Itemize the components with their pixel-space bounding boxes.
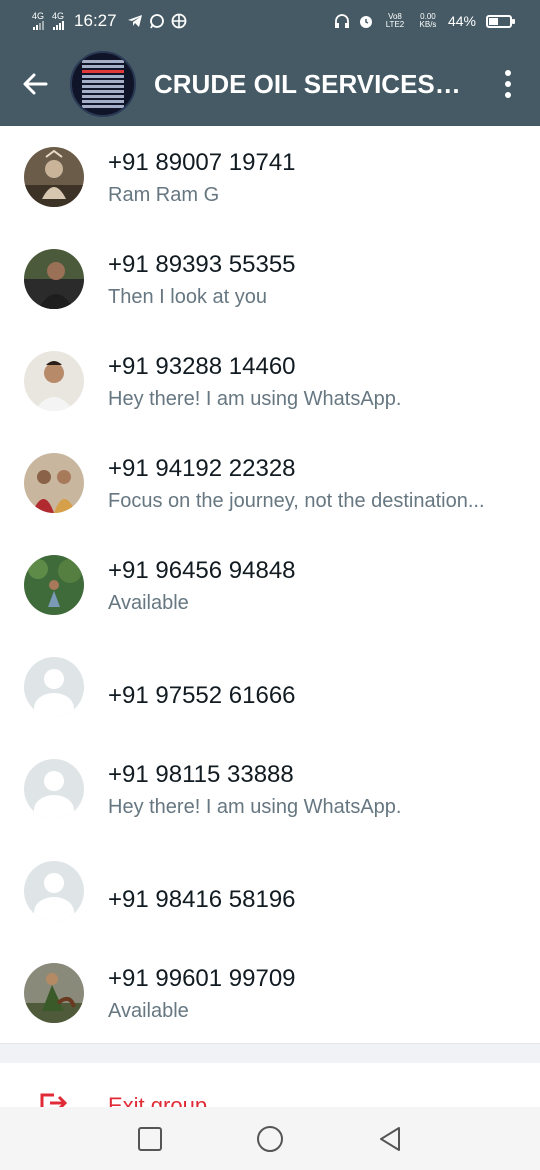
- avatar[interactable]: [24, 453, 84, 513]
- participant-about: Hey there! I am using WhatsApp.: [108, 796, 402, 818]
- participant-row[interactable]: +91 98115 33888 Hey there! I am using Wh…: [0, 738, 540, 840]
- signal-1-icon: 4G: [32, 12, 44, 30]
- square-icon: [138, 1126, 162, 1151]
- participant-about: Focus on the journey, not the destinatio…: [108, 490, 485, 512]
- system-nav-bar: [0, 1107, 540, 1170]
- avatar[interactable]: [24, 555, 84, 615]
- arrow-left-icon: [23, 73, 48, 95]
- avatar[interactable]: [24, 249, 84, 309]
- network-type-1: 4G: [32, 11, 45, 21]
- back-button[interactable]: [0, 42, 70, 126]
- more-options-button[interactable]: [476, 42, 540, 126]
- participant-phone: +91 93288 14460: [108, 353, 296, 380]
- participant-phone: +91 96456 94848: [108, 557, 296, 584]
- battery-level-fill: [489, 17, 498, 25]
- participant-phone: +91 89393 55355: [108, 251, 296, 278]
- participant-row[interactable]: +91 97552 61666: [0, 636, 540, 738]
- participant-row[interactable]: +91 94192 22328 Focus on the journey, no…: [0, 432, 540, 534]
- participant-phone: +91 98115 33888: [108, 761, 294, 788]
- participant-row[interactable]: +91 89393 55355 Then I look at you: [0, 228, 540, 330]
- participant-row[interactable]: +91 99601 99709 Available: [0, 942, 540, 1044]
- volte-indicator: Vo8 LTE2: [385, 12, 405, 29]
- participant-phone: +91 99601 99709: [108, 965, 296, 992]
- battery-percent: 44%: [447, 13, 476, 29]
- section-divider: [0, 1043, 540, 1063]
- participant-about: Then I look at you: [108, 286, 267, 308]
- participant-phone: +91 98416 58196: [108, 886, 296, 913]
- participant-about: Available: [108, 592, 189, 614]
- participant-row[interactable]: +91 89007 19741 Ram Ram G: [0, 126, 540, 228]
- avatar[interactable]: [24, 147, 84, 207]
- avatar[interactable]: [24, 963, 84, 1023]
- participant-about: Ram Ram G: [108, 184, 220, 206]
- more-vert-icon: [505, 70, 511, 76]
- nav-back-button[interactable]: [370, 1119, 410, 1159]
- recent-apps-button[interactable]: [130, 1119, 170, 1159]
- status-bar: 4G 4G 16:27 Vo8 LTE2 0.00 KB/s 44%: [0, 0, 540, 42]
- participant-row[interactable]: +91 96456 94848 Available: [0, 534, 540, 636]
- participant-phone: +91 89007 19741: [108, 149, 296, 176]
- avatar[interactable]: [24, 351, 84, 411]
- default-avatar-icon[interactable]: [24, 861, 84, 921]
- clock: 16:27: [74, 11, 117, 30]
- alarm-icon: [359, 16, 372, 28]
- signal-2-icon: 4G: [52, 12, 64, 30]
- group-avatar[interactable]: [70, 51, 136, 117]
- telegram-icon: [127, 15, 142, 27]
- exit-group-button[interactable]: Exit group: [0, 1063, 540, 1107]
- home-button[interactable]: [250, 1119, 290, 1159]
- participant-about: Hey there! I am using WhatsApp.: [108, 388, 402, 410]
- participant-about: Available: [108, 1000, 189, 1022]
- triangle-back-icon: [380, 1126, 400, 1151]
- headphones-icon: [334, 14, 349, 28]
- participant-row[interactable]: +91 93288 14460 Hey there! I am using Wh…: [0, 330, 540, 432]
- circle-icon: [257, 1125, 283, 1152]
- participant-phone: +91 94192 22328: [108, 455, 296, 482]
- app-notification-icon: [171, 13, 186, 29]
- participant-row[interactable]: +91 98416 58196: [0, 840, 540, 942]
- default-avatar-icon[interactable]: [24, 657, 84, 717]
- network-type-2: 4G: [52, 11, 65, 21]
- battery-icon: [486, 14, 515, 28]
- default-avatar-icon[interactable]: [24, 759, 84, 819]
- participant-list: +91 89007 19741 Ram Ram G +91 89393 5535…: [0, 126, 540, 1044]
- group-title[interactable]: CRUDE OIL SERVICES LTD.: [154, 69, 464, 100]
- exit-icon: [40, 1093, 68, 1107]
- network-speed: 0.00 KB/s: [419, 12, 437, 29]
- participant-phone: +91 97552 61666: [108, 682, 296, 709]
- exit-group-label: Exit group: [108, 1093, 208, 1107]
- whatsapp-notification-icon: [149, 14, 164, 29]
- app-bar: CRUDE OIL SERVICES LTD.: [0, 42, 540, 126]
